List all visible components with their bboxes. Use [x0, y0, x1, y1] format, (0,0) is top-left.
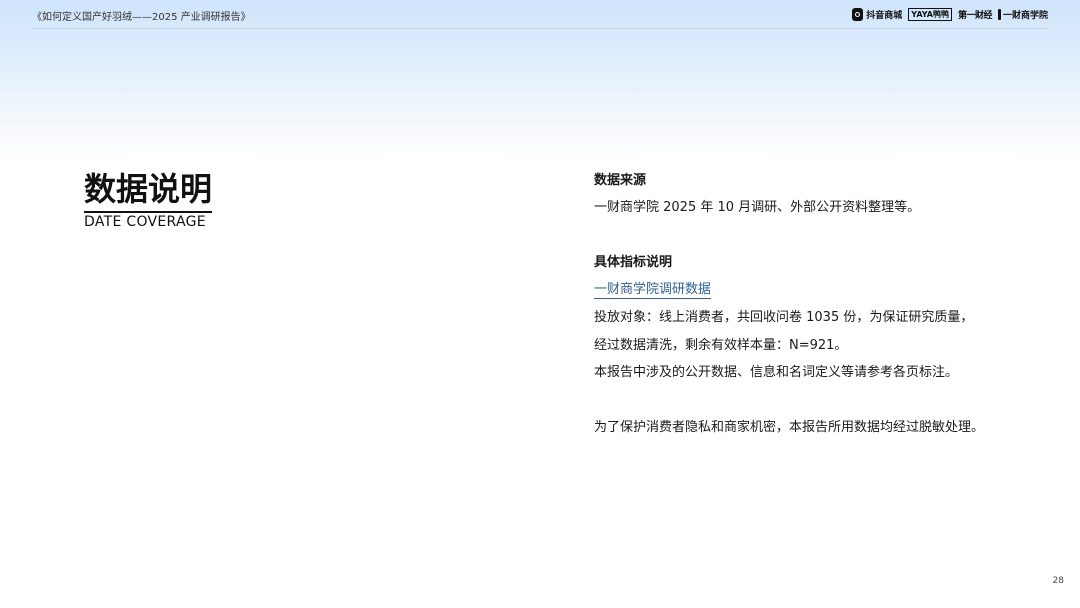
- survey-line-1: 投放对象：线上消费者，共回收问卷 1035 份，为保证研究质量，: [594, 310, 974, 325]
- douyin-bag-icon: [852, 7, 864, 21]
- survey-line-2: 经过数据清洗，剩余有效样本量：N=921。: [594, 338, 848, 353]
- section-title: 数据说明: [84, 170, 213, 208]
- yaya-logo: YAYA鸭鸭: [908, 7, 952, 21]
- indicator-link-row: 一财商学院调研数据: [594, 281, 712, 299]
- page-number: 28: [1052, 576, 1064, 586]
- title-underline: [84, 211, 212, 213]
- indicator-heading: 具体指标说明: [594, 255, 673, 270]
- diyi-caijing-logo: 第一财经: [957, 10, 993, 21]
- privacy-text: 为了保护消费者隐私和商家机密，本报告所用数据均经过脱敏处理。: [594, 420, 985, 435]
- report-title: 《如何定义国产好羽绒——2025 产业调研报告》: [32, 12, 251, 23]
- partner-logos: 抖音商城 YAYA鸭鸭 第一财经 一财商学院: [852, 6, 1048, 22]
- source-heading: 数据来源: [594, 173, 647, 188]
- source-text: 一财商学院 2025 年 10 月调研、外部公开资料整理等。: [594, 200, 921, 215]
- page-header: 《如何定义国产好羽绒——2025 产业调研报告》 抖音商城 YAYA鸭鸭 第一财…: [32, 0, 1048, 29]
- yicai-mark-icon: [997, 8, 1001, 20]
- douyin-mall-logo: 抖音商城: [852, 7, 903, 21]
- yicai-logo-text: 一财商学院: [1002, 10, 1048, 21]
- survey-line-3: 本报告中涉及的公开数据、信息和名词定义等请参考各页标注。: [594, 365, 959, 380]
- section-subtitle: DATE COVERAGE: [84, 214, 206, 230]
- yicai-business-school-logo: 一财商学院: [997, 8, 1048, 21]
- douyin-mall-logo-text: 抖音商城: [866, 10, 903, 21]
- indicator-link[interactable]: 一财商学院调研数据: [594, 282, 712, 299]
